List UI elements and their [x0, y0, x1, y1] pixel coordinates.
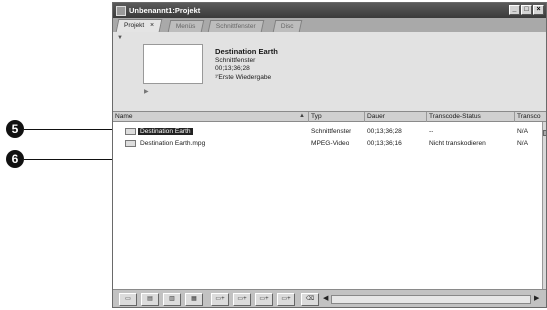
app-icon	[116, 5, 126, 16]
tab-projekt-label: Projekt	[124, 22, 145, 29]
toolbar-view-button-3[interactable]: ▥	[163, 293, 181, 306]
column-header-row: Name ▲ Typ Dauer Transcode-Status Transc…	[113, 111, 546, 122]
project-list: Destination Earth Schnittfenster 00;13;3…	[113, 122, 542, 289]
callout-6: 6	[6, 150, 24, 168]
preview-panel: ▼ ▶ Destination Earth Schnittfenster 00;…	[113, 32, 546, 111]
timeline-icon	[125, 128, 136, 135]
row-name: Destination Earth.mpg	[140, 140, 206, 147]
sort-up-icon[interactable]: ▲	[299, 113, 305, 119]
column-transcode-status[interactable]: Transcode-Status	[427, 112, 515, 122]
tab-close-icon[interactable]: ×	[150, 20, 154, 31]
minimize-button[interactable]: _	[509, 5, 520, 15]
column-name[interactable]: Name	[113, 112, 309, 122]
tab-schnittfenster[interactable]: Schnittfenster	[207, 20, 265, 32]
row-transcode: N/A	[517, 140, 528, 147]
vertical-scrollbar[interactable]	[542, 122, 546, 289]
new-item-button-3[interactable]: ▭+	[255, 293, 273, 306]
preview-type: Schnittfenster	[215, 56, 256, 64]
tab-disc-label: Disc	[280, 23, 294, 30]
row-name-text: Destination Earth	[138, 128, 193, 135]
column-dauer[interactable]: Dauer	[365, 112, 427, 122]
column-typ[interactable]: Typ	[309, 112, 365, 122]
tab-menus-label: Menüs	[175, 23, 196, 30]
row-name: Destination Earth	[138, 126, 193, 137]
tab-schnittfenster-label: Schnittfenster	[215, 23, 256, 30]
new-item-button-2[interactable]: ▭+	[233, 293, 251, 306]
callout-5: 5	[6, 120, 24, 138]
project-window: Unbenannt1:Projekt _ □ × Projekt × Menüs…	[112, 2, 547, 308]
callout-5-leader	[24, 129, 126, 130]
tab-bar: Projekt × Menüs Schnittfenster Disc	[113, 18, 546, 32]
title-bar[interactable]: Unbenannt1:Projekt _ □ ×	[113, 3, 546, 18]
row-status: --	[429, 128, 434, 135]
table-row[interactable]: Destination Earth Schnittfenster 00;13;3…	[113, 126, 542, 137]
horizontal-scrollbar[interactable]	[331, 295, 531, 304]
vertical-scroll-thumb[interactable]	[543, 130, 546, 136]
table-row[interactable]: Destination Earth.mpg MPEG-Video 00;13;3…	[113, 138, 542, 149]
column-transcode[interactable]: Transco	[515, 112, 546, 122]
row-typ: MPEG-Video	[311, 140, 350, 147]
scroll-left-icon[interactable]: ◀	[323, 294, 328, 302]
preview-duration: 00;13;36;28	[215, 65, 250, 72]
preview-title: Destination Earth	[215, 47, 278, 56]
play-icon[interactable]: ▶	[144, 88, 149, 95]
window-controls: _ □ ×	[509, 5, 544, 15]
bottom-toolbar: ▭ ▤ ▥ ▦ ▭+ ▭+ ▭+ ▭+ ⌫ ◀ ▶	[113, 289, 546, 307]
toolbar-view-button-1[interactable]: ▭	[119, 293, 137, 306]
maximize-button[interactable]: □	[521, 5, 532, 15]
preview-info: Destination Earth Schnittfenster 00;13;3…	[215, 47, 278, 82]
row-status: Nicht transkodieren	[429, 140, 486, 147]
new-item-button-1[interactable]: ▭+	[211, 293, 229, 306]
tab-projekt[interactable]: Projekt ×	[115, 19, 163, 32]
video-file-icon	[125, 140, 136, 147]
callout-6-leader	[24, 159, 126, 160]
tab-menus[interactable]: Menüs	[167, 20, 204, 32]
row-dauer: 00;13;36;16	[367, 140, 402, 147]
trash-icon[interactable]: ⌫	[301, 293, 319, 306]
preview-thumbnail	[143, 44, 203, 84]
row-transcode: N/A	[517, 128, 528, 135]
window-title: Unbenannt1:Projekt	[129, 6, 201, 15]
new-item-button-4[interactable]: ▭+	[277, 293, 295, 306]
scroll-right-icon[interactable]: ▶	[534, 294, 539, 302]
close-button[interactable]: ×	[533, 5, 544, 15]
row-dauer: 00;13;36;28	[367, 128, 402, 135]
tab-disc[interactable]: Disc	[272, 20, 302, 32]
row-typ: Schnittfenster	[311, 128, 352, 135]
toolbar-view-button-2[interactable]: ▤	[141, 293, 159, 306]
chevron-down-icon[interactable]: ▼	[117, 35, 123, 41]
preview-first-play: ¹′Erste Wiedergabe	[215, 73, 272, 81]
toolbar-view-button-4[interactable]: ▦	[185, 293, 203, 306]
